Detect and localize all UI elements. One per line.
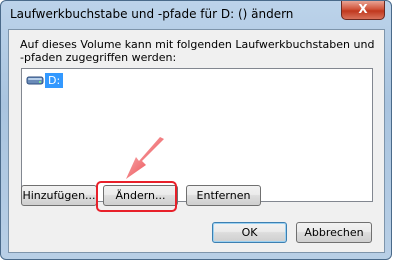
drive-letter-label: D: xyxy=(45,72,64,88)
volume-description: Auf dieses Volume kann mit folgenden Lau… xyxy=(20,38,375,64)
close-icon: X xyxy=(358,2,368,16)
change-button-highlight xyxy=(96,181,177,212)
title-bar: Laufwerkbuchstabe und -pfade für D: () ä… xyxy=(1,1,391,29)
close-button[interactable]: X xyxy=(341,1,385,20)
dialog-content: Auf dieses Volume kann mit folgenden Lau… xyxy=(8,29,385,253)
window-title: Laufwerkbuchstabe und -pfade für D: () ä… xyxy=(10,7,294,21)
drive-icon xyxy=(26,74,44,86)
remove-button[interactable]: Entfernen xyxy=(186,185,261,206)
drive-letter-list[interactable]: D: xyxy=(21,68,373,202)
add-button[interactable]: Hinzufügen... xyxy=(21,185,97,206)
pointer-arrow-icon xyxy=(126,137,164,179)
ok-button[interactable]: OK xyxy=(212,222,287,243)
dialog-window: Laufwerkbuchstabe und -pfade für D: () ä… xyxy=(0,0,392,260)
cancel-button[interactable]: Abbrechen xyxy=(296,222,372,243)
list-item[interactable]: D: xyxy=(26,72,64,88)
